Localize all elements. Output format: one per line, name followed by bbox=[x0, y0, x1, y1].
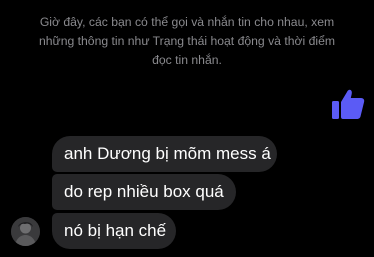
notice-line-1: Giờ đây, các bạn có thể gọi và nhắn tin … bbox=[39, 15, 335, 29]
chat-notice: Giờ đây, các bạn có thể gọi và nhắn tin … bbox=[22, 13, 352, 70]
message-bubble[interactable]: do rep nhiều box quá bbox=[52, 174, 236, 210]
notice-line-2: những thông tin như Trạng thái hoạt động… bbox=[38, 34, 336, 48]
message-bubble[interactable]: nó bị hạn chế bbox=[52, 213, 176, 249]
avatar[interactable] bbox=[11, 217, 40, 246]
thumbs-up-icon[interactable] bbox=[330, 86, 366, 122]
message-bubble[interactable]: anh Dương bị mõm mess á bbox=[52, 136, 277, 172]
chat-screen: Giờ đây, các bạn có thể gọi và nhắn tin … bbox=[0, 0, 374, 257]
notice-line-3: đọc tin nhắn. bbox=[152, 53, 222, 67]
